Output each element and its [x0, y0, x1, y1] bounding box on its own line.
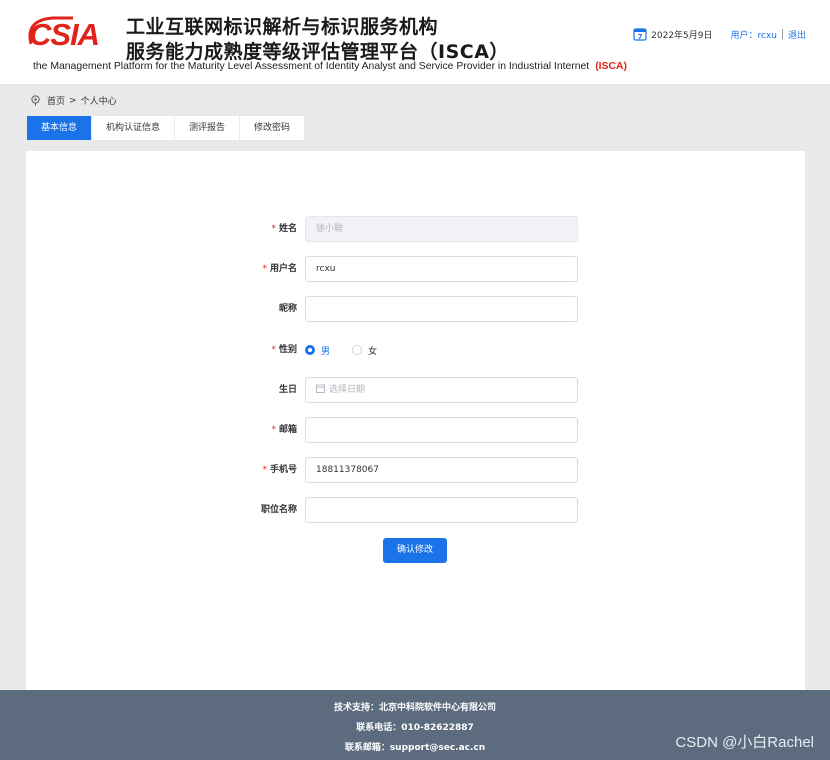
tab-org-certification[interactable]: 机构认证信息 — [92, 116, 176, 140]
footer-support: 技术支持：北京中科院软件中心有限公司 — [333, 703, 496, 713]
current-date: 2022年5月9日 — [651, 30, 713, 41]
name-field: 徐小聪 — [305, 216, 578, 242]
radio-unchecked-icon — [352, 345, 363, 355]
phone-label: * 手机号 — [262, 457, 297, 483]
job-title-label: 职位名称 — [261, 497, 297, 523]
username-label-text: 用户名 — [269, 264, 297, 274]
tab-basic-info[interactable]: 基本信息 — [27, 116, 93, 140]
form-row-phone: * 手机号 18811378067 — [26, 457, 805, 483]
platform-subtitle: the Management Platform for the Maturity… — [33, 61, 627, 72]
csdn-watermark: CSDN @小白Rachel — [675, 734, 814, 751]
job-title-field[interactable] — [305, 497, 578, 523]
form-row-nickname: 昵称 — [26, 296, 805, 322]
required-mark: * — [262, 465, 267, 475]
name-label-text: 姓名 — [278, 224, 297, 234]
svg-text:CSIA: CSIA — [29, 17, 99, 50]
birthday-date-picker[interactable]: 选择日期 — [305, 377, 578, 403]
nickname-label-text: 昵称 — [278, 304, 297, 314]
location-pin-icon — [31, 95, 40, 106]
form-row-username: * 用户名 rcxu — [26, 256, 805, 282]
form-row-gender: * 性别 男 女 — [26, 337, 805, 363]
form-row-name: * 姓名 徐小聪 — [26, 216, 805, 242]
email-field[interactable] — [305, 417, 578, 443]
csia-logo: CSIA — [28, 16, 100, 50]
logout-link[interactable]: 退出 — [788, 28, 806, 41]
required-mark: * — [271, 425, 276, 435]
radio-checked-icon — [305, 345, 315, 355]
phone-label-text: 手机号 — [269, 465, 297, 475]
tab-assessment-report[interactable]: 测评报告 — [175, 116, 241, 140]
breadcrumb-arrow: > — [69, 95, 77, 106]
birthday-placeholder: 选择日期 — [329, 385, 366, 395]
required-mark: * — [271, 345, 276, 355]
form-row-job-title: 职位名称 — [26, 497, 805, 523]
breadcrumb: 首页 > 个人中心 — [30, 94, 117, 107]
email-label: * 邮箱 — [271, 417, 297, 443]
form-row-birthday: 生日 选择日期 — [26, 377, 805, 403]
subtitle-text: the Management Platform for the Maturity… — [33, 61, 590, 72]
calendar-day-text: 7 — [638, 33, 643, 41]
calendar-icon: 7 — [633, 28, 647, 41]
name-label: * 姓名 — [271, 216, 297, 242]
form-row-email: * 邮箱 — [26, 417, 805, 443]
header-separator — [781, 29, 783, 39]
nickname-field[interactable] — [305, 296, 578, 322]
calendar-small-icon — [316, 384, 325, 393]
breadcrumb-current: 个人中心 — [80, 97, 117, 107]
username-field[interactable]: rcxu — [305, 256, 578, 282]
profile-tabs: 基本信息 机构认证信息 测评报告 修改密码 — [27, 116, 306, 140]
required-mark: * — [262, 264, 267, 274]
subtitle-abbr: (ISCA) — [595, 61, 627, 72]
gender-label-text: 性别 — [278, 345, 297, 355]
gender-label: * 性别 — [271, 337, 297, 363]
username-label: * 用户名 — [262, 256, 297, 282]
gender-radio-male[interactable]: 男 — [305, 344, 330, 357]
nickname-label: 昵称 — [279, 296, 297, 322]
tab-change-password[interactable]: 修改密码 — [240, 116, 306, 140]
gender-radio-group: 男 女 — [305, 337, 399, 363]
header: CSIA 工业互联网标识解析与标识服务机构 服务能力成熟度等级评估管理平台（IS… — [0, 0, 830, 84]
gender-radio-female[interactable]: 女 — [352, 344, 377, 357]
platform-title-line2: 服务能力成熟度等级评估管理平台（ISCA） — [126, 41, 509, 63]
birthday-label: 生日 — [279, 377, 297, 403]
job-title-label-text: 职位名称 — [260, 505, 297, 515]
user-label[interactable]: 用户：rcxu — [731, 28, 777, 41]
phone-field[interactable]: 18811378067 — [305, 457, 578, 483]
gender-male-label: 男 — [321, 346, 331, 357]
confirm-modify-button[interactable]: 确认修改 — [383, 538, 447, 563]
profile-form-card: * 姓名 徐小聪 * 用户名 rcxu 昵称 * 性别 男 女 生日 选择日期 … — [26, 151, 805, 690]
gender-female-label: 女 — [368, 346, 378, 357]
breadcrumb-home[interactable]: 首页 — [47, 94, 65, 107]
required-mark: * — [271, 224, 276, 234]
email-label-text: 邮箱 — [278, 425, 297, 435]
birthday-label-text: 生日 — [278, 385, 297, 395]
platform-title-line1: 工业互联网标识解析与标识服务机构 — [126, 16, 439, 38]
header-user-area: 7 2022年5月9日 用户：rcxu 退出 — [633, 27, 806, 41]
